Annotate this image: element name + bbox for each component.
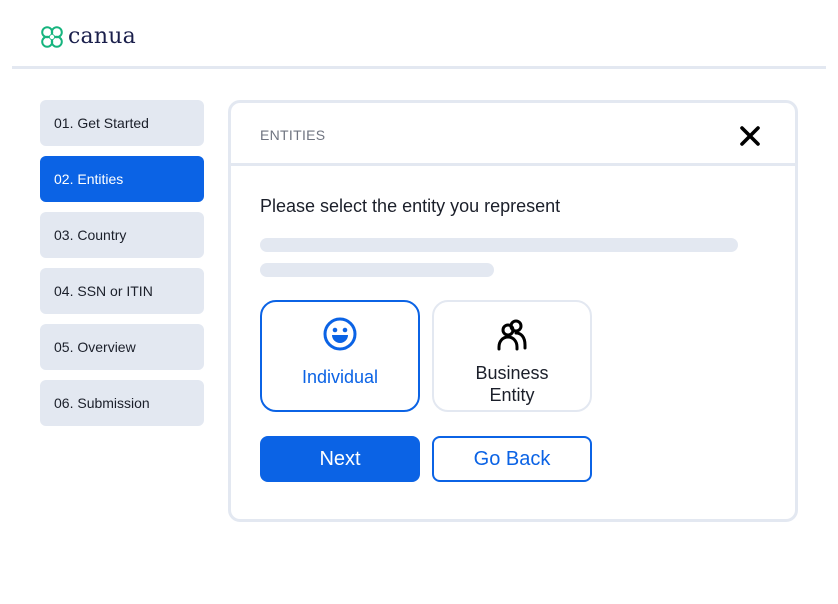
option-business-entity[interactable]: Business Entity	[432, 300, 592, 412]
go-back-button[interactable]: Go Back	[432, 436, 592, 482]
app-header: canua	[12, 0, 826, 69]
brand-logo[interactable]: canua	[40, 24, 136, 50]
smiley-icon	[323, 317, 357, 351]
card-header: ENTITIES	[231, 103, 795, 166]
step-get-started[interactable]: 01. Get Started	[40, 100, 204, 146]
question-text: Please select the entity you represent	[260, 196, 561, 216]
clover-icon	[41, 26, 63, 48]
step-country[interactable]: 03. Country	[40, 212, 204, 258]
placeholder-line	[260, 263, 494, 277]
option-label: Individual	[301, 367, 379, 387]
next-button[interactable]: Next	[260, 436, 420, 482]
step-entities[interactable]: 02. Entities	[40, 156, 204, 202]
users-icon	[497, 319, 527, 351]
step-ssn-itin[interactable]: 04. SSN or ITIN	[40, 268, 204, 314]
option-label: Business Entity	[475, 363, 549, 405]
entities-card: ENTITIES Please select the entity you re…	[228, 100, 798, 522]
step-sidebar: 01. Get Started 02. Entities 03. Country…	[40, 100, 204, 436]
brand-name: canua	[68, 24, 136, 49]
card-title: ENTITIES	[260, 127, 326, 143]
step-submission[interactable]: 06. Submission	[40, 380, 204, 426]
option-individual[interactable]: Individual	[260, 300, 420, 412]
placeholder-line	[260, 238, 738, 252]
close-icon[interactable]	[739, 125, 761, 147]
step-overview[interactable]: 05. Overview	[40, 324, 204, 370]
